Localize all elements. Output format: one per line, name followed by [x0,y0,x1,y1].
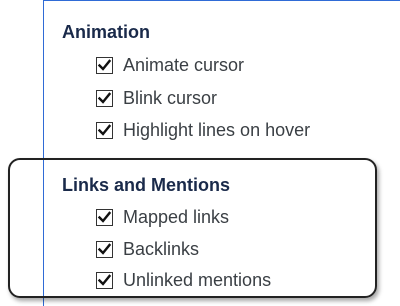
checkmark-icon [97,58,112,71]
unlinked-mentions-checkbox[interactable] [96,271,113,289]
animate-cursor-option[interactable]: Animate cursor [96,53,244,77]
backlinks-label: Backlinks [123,238,200,259]
mapped-links-label: Mapped links [123,206,230,227]
checkmark-icon [97,91,112,104]
checkmark-icon [97,123,112,136]
checkmark-icon [97,273,112,286]
links-mentions-heading: Links and Mentions [62,175,231,195]
settings-screenshot: Animation Animate cursor Blink cursor Hi… [0,0,400,306]
mapped-links-checkbox[interactable] [96,208,113,226]
checkmark-icon [97,210,112,223]
backlinks-option[interactable]: Backlinks [96,237,199,261]
highlight-lines-option[interactable]: Highlight lines on hover [96,118,310,142]
highlight-lines-label: Highlight lines on hover [123,119,311,140]
backlinks-checkbox[interactable] [96,240,113,258]
highlight-lines-checkbox[interactable] [96,121,113,139]
checkmark-icon [97,242,112,255]
blink-cursor-option[interactable]: Blink cursor [96,86,217,110]
mapped-links-option[interactable]: Mapped links [96,205,229,229]
blink-cursor-checkbox[interactable] [96,89,113,107]
animate-cursor-label: Animate cursor [123,54,245,75]
animate-cursor-checkbox[interactable] [96,56,113,74]
blink-cursor-label: Blink cursor [123,87,218,108]
unlinked-mentions-label: Unlinked mentions [123,269,272,290]
animation-heading: Animation [62,22,150,42]
unlinked-mentions-option[interactable]: Unlinked mentions [96,268,271,292]
